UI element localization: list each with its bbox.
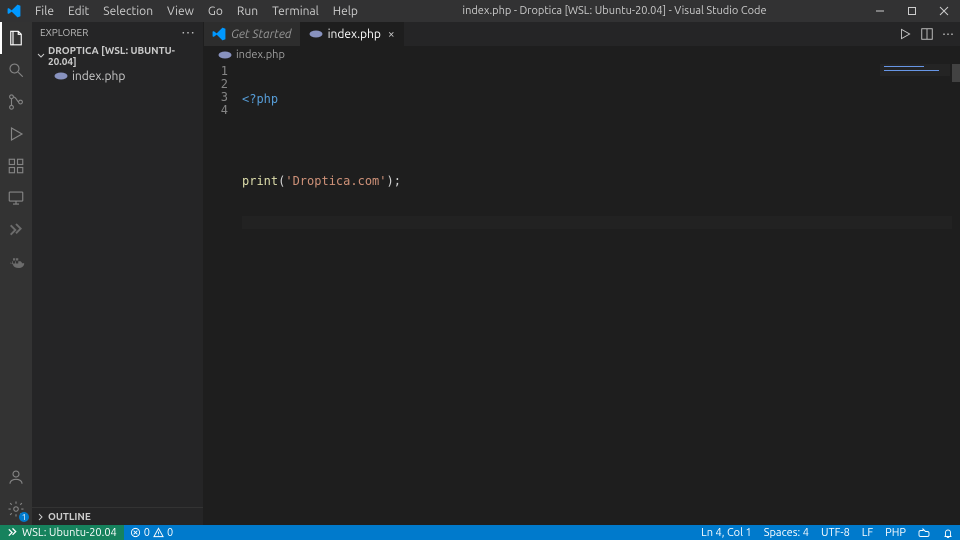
more-actions-icon[interactable]: ⋯ bbox=[942, 27, 954, 41]
menu-file[interactable]: File bbox=[28, 2, 61, 21]
vscode-logo-icon bbox=[6, 3, 22, 19]
tab-close-icon[interactable]: × bbox=[388, 28, 395, 41]
status-problems[interactable]: 0 0 bbox=[124, 525, 179, 540]
maximize-button[interactable] bbox=[896, 0, 928, 22]
editor-tabs: Get Started index.php × ⋯ bbox=[204, 22, 960, 46]
activity-remote-icon[interactable] bbox=[0, 214, 32, 246]
status-remote-label: WSL: Ubuntu-20.04 bbox=[22, 527, 117, 539]
status-warnings: 0 bbox=[167, 527, 173, 539]
editor-actions: ⋯ bbox=[898, 22, 960, 46]
status-errors: 0 bbox=[144, 527, 150, 539]
minimize-button[interactable] bbox=[864, 0, 896, 22]
code-editor[interactable]: 1 2 3 4 <?php print('Droptica.com'); bbox=[204, 64, 960, 525]
close-button[interactable] bbox=[928, 0, 960, 22]
menu-edit[interactable]: Edit bbox=[61, 2, 96, 21]
php-file-icon bbox=[218, 48, 232, 62]
minimap[interactable] bbox=[880, 64, 950, 76]
window-title: index.php - Droptica [WSL: Ubuntu-20.04]… bbox=[365, 5, 864, 17]
titlebar: File Edit Selection View Go Run Terminal… bbox=[0, 0, 960, 22]
menu-help[interactable]: Help bbox=[326, 2, 365, 21]
activity-settings-icon[interactable]: 1 bbox=[0, 493, 32, 525]
status-remote[interactable]: WSL: Ubuntu-20.04 bbox=[0, 525, 124, 540]
status-language[interactable]: PHP bbox=[879, 525, 912, 540]
menu-go[interactable]: Go bbox=[201, 2, 230, 21]
status-bar: WSL: Ubuntu-20.04 0 0 Ln 4, Col 1 Spaces… bbox=[0, 525, 960, 540]
activity-run-debug-icon[interactable] bbox=[0, 118, 32, 150]
status-encoding[interactable]: UTF-8 bbox=[815, 525, 856, 540]
menu-run[interactable]: Run bbox=[230, 2, 265, 21]
tab-get-started[interactable]: Get Started bbox=[204, 22, 301, 46]
chevron-down-icon bbox=[36, 51, 46, 61]
code-token-php-open: <?php bbox=[242, 92, 278, 106]
php-file-icon bbox=[54, 69, 68, 83]
run-icon[interactable] bbox=[898, 27, 912, 41]
window-controls bbox=[864, 0, 960, 22]
scrollbar-thumb[interactable] bbox=[952, 64, 960, 82]
editor-area: Get Started index.php × ⋯ index.php bbox=[204, 22, 960, 525]
activity-extensions-icon[interactable] bbox=[0, 150, 32, 182]
file-tree: DROPTICA [WSL: UBUNTU-20.04] index.php bbox=[32, 42, 203, 507]
breadcrumbs[interactable]: index.php bbox=[204, 46, 960, 64]
chevron-right-icon bbox=[36, 512, 46, 522]
code-token-function: print bbox=[242, 174, 278, 188]
vertical-scrollbar[interactable] bbox=[952, 64, 960, 525]
tree-file-label: index.php bbox=[72, 70, 125, 83]
tab-label: Get Started bbox=[231, 28, 292, 41]
activity-source-control-icon[interactable] bbox=[0, 86, 32, 118]
status-eol[interactable]: LF bbox=[856, 525, 879, 540]
explorer-header: EXPLORER ⋯ bbox=[32, 22, 203, 42]
menu-terminal[interactable]: Terminal bbox=[265, 2, 326, 21]
settings-badge: 1 bbox=[19, 512, 29, 522]
split-editor-icon[interactable] bbox=[920, 27, 934, 41]
breadcrumb-label: index.php bbox=[236, 49, 285, 61]
status-feedback-icon[interactable] bbox=[912, 525, 936, 540]
vscode-icon bbox=[212, 27, 226, 41]
root-folder-label: DROPTICA [WSL: UBUNTU-20.04] bbox=[48, 45, 199, 67]
status-indentation[interactable]: Spaces: 4 bbox=[758, 525, 815, 540]
explorer-sidebar: EXPLORER ⋯ DROPTICA [WSL: UBUNTU-20.04] … bbox=[32, 22, 204, 525]
status-notifications-icon[interactable] bbox=[936, 525, 960, 540]
explorer-more-icon[interactable]: ⋯ bbox=[181, 25, 195, 39]
workbench: 1 EXPLORER ⋯ DROPTICA [WSL: UBUNTU-20.04… bbox=[0, 22, 960, 525]
menu-view[interactable]: View bbox=[160, 2, 201, 21]
code-content[interactable]: <?php print('Droptica.com'); bbox=[242, 64, 960, 525]
status-cursor-position[interactable]: Ln 4, Col 1 bbox=[695, 525, 758, 540]
php-file-icon bbox=[309, 27, 323, 41]
activity-bar: 1 bbox=[0, 22, 32, 525]
tab-label: index.php bbox=[328, 28, 381, 41]
tree-file-index-php[interactable]: index.php bbox=[32, 68, 203, 84]
explorer-title: EXPLORER bbox=[40, 27, 88, 38]
line-numbers: 1 2 3 4 bbox=[204, 64, 242, 525]
tree-root[interactable]: DROPTICA [WSL: UBUNTU-20.04] bbox=[32, 44, 203, 68]
code-token-string: 'Droptica.com' bbox=[285, 174, 386, 188]
activity-search-icon[interactable] bbox=[0, 54, 32, 86]
activity-remote-explorer-icon[interactable] bbox=[0, 182, 32, 214]
outline-label: OUTLINE bbox=[48, 511, 91, 522]
activity-accounts-icon[interactable] bbox=[0, 461, 32, 493]
tab-index-php[interactable]: index.php × bbox=[301, 22, 404, 46]
outline-section[interactable]: OUTLINE bbox=[32, 507, 203, 525]
activity-explorer-icon[interactable] bbox=[0, 22, 32, 54]
menu-bar: File Edit Selection View Go Run Terminal… bbox=[28, 2, 365, 21]
activity-docker-icon[interactable] bbox=[0, 246, 32, 278]
menu-selection[interactable]: Selection bbox=[96, 2, 160, 21]
